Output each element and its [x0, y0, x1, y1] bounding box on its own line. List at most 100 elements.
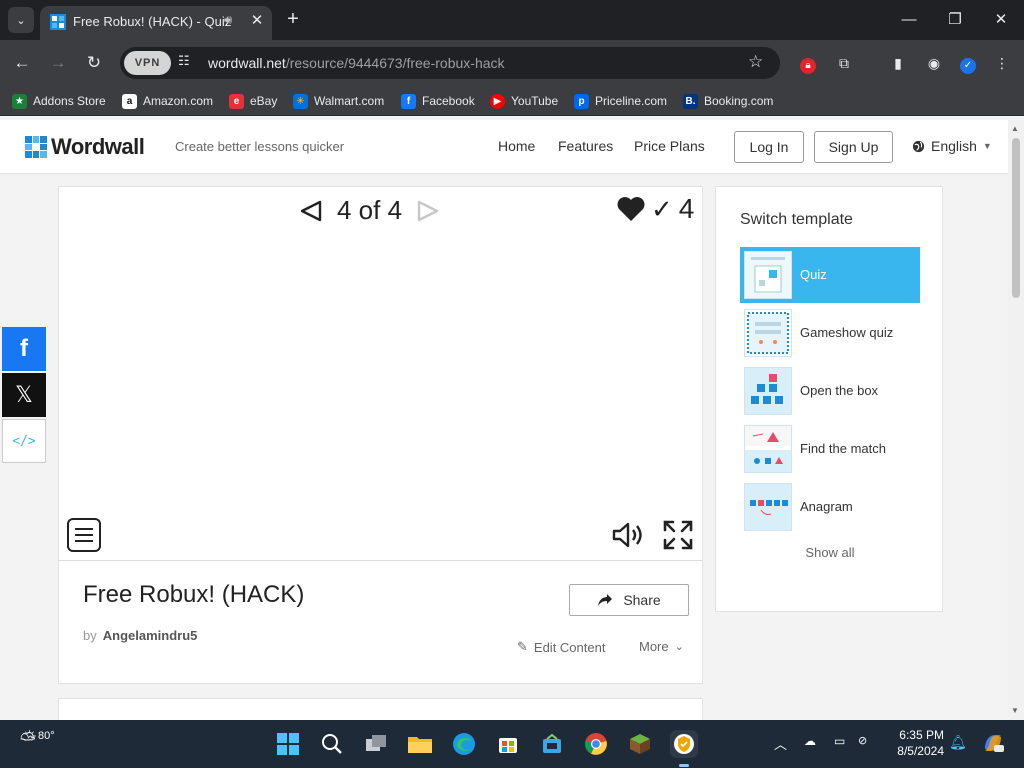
bookmark-priceline[interactable]: p Priceline.com: [574, 92, 667, 110]
windows-taskbar: ⛅︎ 80° ︿ ☁︎ ▭ ⊘ 6:35 PM 8/5/2024 🔔︎: [0, 720, 1024, 768]
bookmark-addons-store[interactable]: ★ Addons Store: [12, 92, 106, 110]
chrome-icon[interactable]: [582, 730, 610, 758]
booking-icon: B.: [683, 93, 698, 109]
bookmark-facebook[interactable]: f Facebook: [401, 92, 475, 110]
address-bar[interactable]: VPN ☷ wordwall.net/resource/9444673/free…: [120, 47, 780, 79]
nav-home[interactable]: Home: [498, 138, 535, 154]
template-find-the-match[interactable]: Find the match: [740, 421, 920, 477]
page-scrollbar[interactable]: ▲ ▼: [1008, 120, 1024, 720]
restore-window-button[interactable]: ❐: [940, 8, 970, 32]
network-icon[interactable]: ☁︎: [804, 734, 816, 748]
show-hidden-icons-icon[interactable]: ︿: [774, 734, 787, 753]
minimize-window-button[interactable]: —: [894, 8, 924, 32]
new-tab-button[interactable]: +: [282, 8, 304, 30]
secondary-card: [58, 698, 703, 720]
walmart-icon: ✳: [293, 93, 308, 109]
site-info-icon[interactable]: ☷: [178, 53, 190, 69]
nav-price-plans[interactable]: Price Plans: [634, 138, 705, 154]
app-icon[interactable]: [538, 730, 566, 758]
bookmark-booking[interactable]: B. Booking.com: [683, 92, 773, 110]
gameshow-quiz-thumbnail-icon: [744, 309, 792, 357]
check-icon: ✓: [651, 193, 673, 224]
profile-icon[interactable]: ◉: [922, 51, 946, 75]
bookmark-amazon[interactable]: a Amazon.com: [122, 92, 213, 110]
author-link[interactable]: Angelamindru5: [103, 628, 198, 643]
score-value: 4: [678, 193, 695, 224]
pencil-icon: ✎: [517, 639, 528, 654]
vpn-badge[interactable]: VPN: [124, 51, 171, 75]
edit-content-link[interactable]: ✎ Edit Content: [517, 639, 605, 655]
file-explorer-icon[interactable]: [406, 730, 434, 758]
template-anagram[interactable]: Anagram: [740, 479, 920, 535]
show-all-link[interactable]: Show all: [716, 545, 944, 560]
mute-icon[interactable]: ⊘: [858, 734, 867, 747]
fullscreen-icon[interactable]: [662, 519, 694, 551]
anagram-thumbnail-icon: [744, 483, 792, 531]
reload-button[interactable]: ↻: [81, 50, 107, 76]
next-arrow-icon[interactable]: [416, 199, 440, 223]
facebook-icon: f: [20, 335, 28, 362]
nav-features[interactable]: Features: [558, 138, 613, 154]
more-dropdown[interactable]: More ⌄: [639, 639, 684, 654]
log-in-button[interactable]: Log In: [734, 131, 804, 163]
facebook-share-button[interactable]: f: [2, 327, 46, 371]
x-share-button[interactable]: 𝕏: [2, 373, 46, 417]
tab-bar: ⌄ Free Robux! (HACK) - Quiz 🔊︎ ✕ + — ❐ ✕: [0, 0, 1024, 40]
language-selector[interactable]: English ▼: [912, 138, 992, 154]
game-player[interactable]: 4 of 4 ✓ 4: [59, 187, 702, 561]
system-clock[interactable]: 6:35 PM 8/5/2024: [880, 727, 944, 759]
template-gameshow-quiz[interactable]: Gameshow quiz: [740, 305, 920, 361]
extension-lock-icon[interactable]: 🔒︎: [796, 51, 820, 75]
bookmarks-bar: ★ Addons Store a Amazon.com e eBay ✳ Walmart…: [0, 86, 1024, 116]
sign-up-button[interactable]: Sign Up: [814, 131, 893, 163]
code-embed-icon: </>: [12, 433, 36, 449]
scroll-down-icon[interactable]: ▼: [1011, 706, 1019, 715]
notification-bell-icon[interactable]: 🔔︎: [949, 734, 967, 751]
share-button[interactable]: Share: [569, 584, 689, 616]
active-tab[interactable]: Free Robux! (HACK) - Quiz 🔊︎ ✕: [40, 6, 272, 40]
ebay-icon: e: [229, 93, 244, 109]
sound-icon[interactable]: [611, 520, 643, 550]
back-button[interactable]: ←: [9, 50, 35, 76]
bookmark-youtube[interactable]: ▶ YouTube: [490, 92, 558, 110]
weather-widget[interactable]: ⛅︎ 80°: [20, 728, 55, 752]
edge-browser-icon[interactable]: [450, 730, 478, 758]
copilot-icon[interactable]: [980, 730, 1006, 756]
url-text[interactable]: wordwall.net/resource/9444673/free-robux…: [208, 55, 505, 71]
forward-button[interactable]: →: [45, 50, 71, 76]
bookmark-walmart[interactable]: ✳ Walmart.com: [293, 92, 384, 110]
switch-template-heading: Switch template: [740, 211, 853, 228]
extensions-puzzle-icon[interactable]: ⧉: [832, 51, 856, 75]
scroll-up-icon[interactable]: ▲: [1011, 124, 1019, 133]
previous-arrow-icon[interactable]: [299, 199, 323, 223]
browser-menu-icon[interactable]: ⋮: [990, 51, 1014, 75]
tab-search-button[interactable]: ⌄: [8, 7, 34, 33]
find-the-match-thumbnail-icon: [744, 425, 792, 473]
start-menu-icon[interactable]: [274, 730, 302, 758]
close-window-button[interactable]: ✕: [986, 8, 1016, 32]
tab-title: Free Robux! (HACK) - Quiz: [73, 14, 232, 29]
shield-extension-icon[interactable]: ✓: [956, 51, 980, 75]
wordwall-logo[interactable]: Wordwall: [25, 134, 145, 160]
side-panel-icon[interactable]: ▮: [886, 51, 910, 75]
bookmark-star-icon[interactable]: ☆: [748, 52, 763, 72]
template-open-the-box[interactable]: Open the box: [740, 363, 920, 419]
globe-icon: [912, 140, 925, 152]
vpn-app-icon[interactable]: [670, 730, 698, 758]
close-tab-icon[interactable]: ✕: [248, 11, 266, 31]
question-counter: 4 of 4: [337, 195, 403, 225]
audio-playing-icon[interactable]: 🔊︎: [224, 12, 232, 28]
task-view-icon[interactable]: [362, 730, 390, 758]
microsoft-store-icon[interactable]: [494, 730, 522, 758]
bookmark-ebay[interactable]: e eBay: [229, 92, 277, 110]
heart-icon: [617, 197, 645, 221]
embed-button[interactable]: </>: [2, 419, 46, 463]
tagline: Create better lessons quicker: [175, 139, 345, 154]
template-quiz[interactable]: Quiz: [740, 247, 920, 303]
hamburger-menu-icon[interactable]: [67, 518, 101, 552]
scrollbar-thumb[interactable]: [1012, 138, 1020, 298]
search-icon[interactable]: [318, 730, 346, 758]
display-icon[interactable]: ▭: [834, 734, 845, 748]
minecraft-icon[interactable]: [626, 730, 654, 758]
chevron-down-icon: ⌄: [674, 641, 684, 653]
